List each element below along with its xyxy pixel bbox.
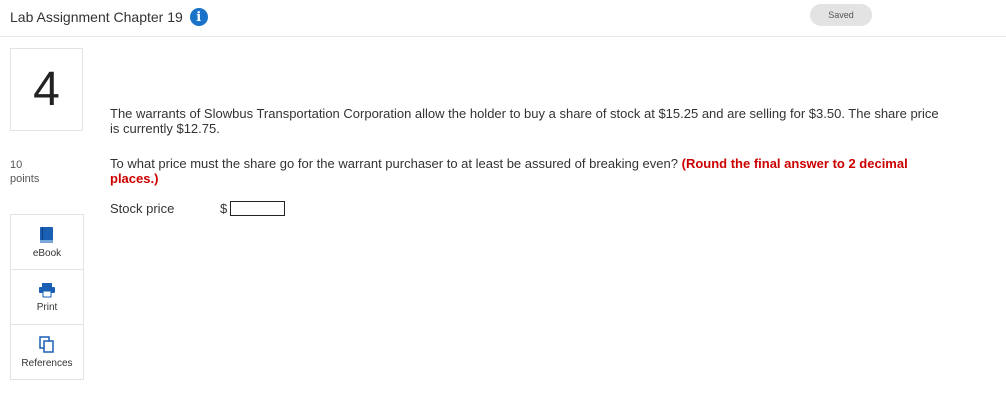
question-prompt: To what price must the share go for the … [110,156,678,171]
answer-row: Stock price $ [110,201,950,216]
print-label: Print [36,301,58,313]
top-bar: Lab Assignment Chapter 19 i Saved [0,0,1006,37]
saved-status-badge: Saved [810,4,872,26]
points-info: 10 points [10,158,39,186]
ebook-label: eBook [32,247,62,259]
question-text: The warrants of Slowbus Transportation C… [110,106,939,136]
currency-symbol: $ [220,201,228,216]
references-label: References [21,358,73,369]
references-button[interactable]: References [11,325,83,380]
question-prompt-block: To what price must the share go for the … [110,156,950,186]
book-icon [40,226,53,243]
references-icon [39,336,54,353]
tools-panel: eBook Print References [10,214,84,380]
question-number: 4 [10,48,83,131]
points-label: points [10,173,40,185]
points-value: 10 [10,159,23,171]
info-icon[interactable]: i [189,8,208,26]
printer-icon [39,282,55,297]
question-body: The warrants of Slowbus Transportation C… [110,106,950,216]
assignment-title-text: Lab Assignment Chapter 19 [10,9,183,25]
ebook-button[interactable]: eBook [11,215,83,270]
assignment-title: Lab Assignment Chapter 19 i [10,8,208,26]
print-button[interactable]: Print [11,270,83,325]
stock-price-input[interactable] [230,201,286,216]
answer-label: Stock price [110,201,175,216]
